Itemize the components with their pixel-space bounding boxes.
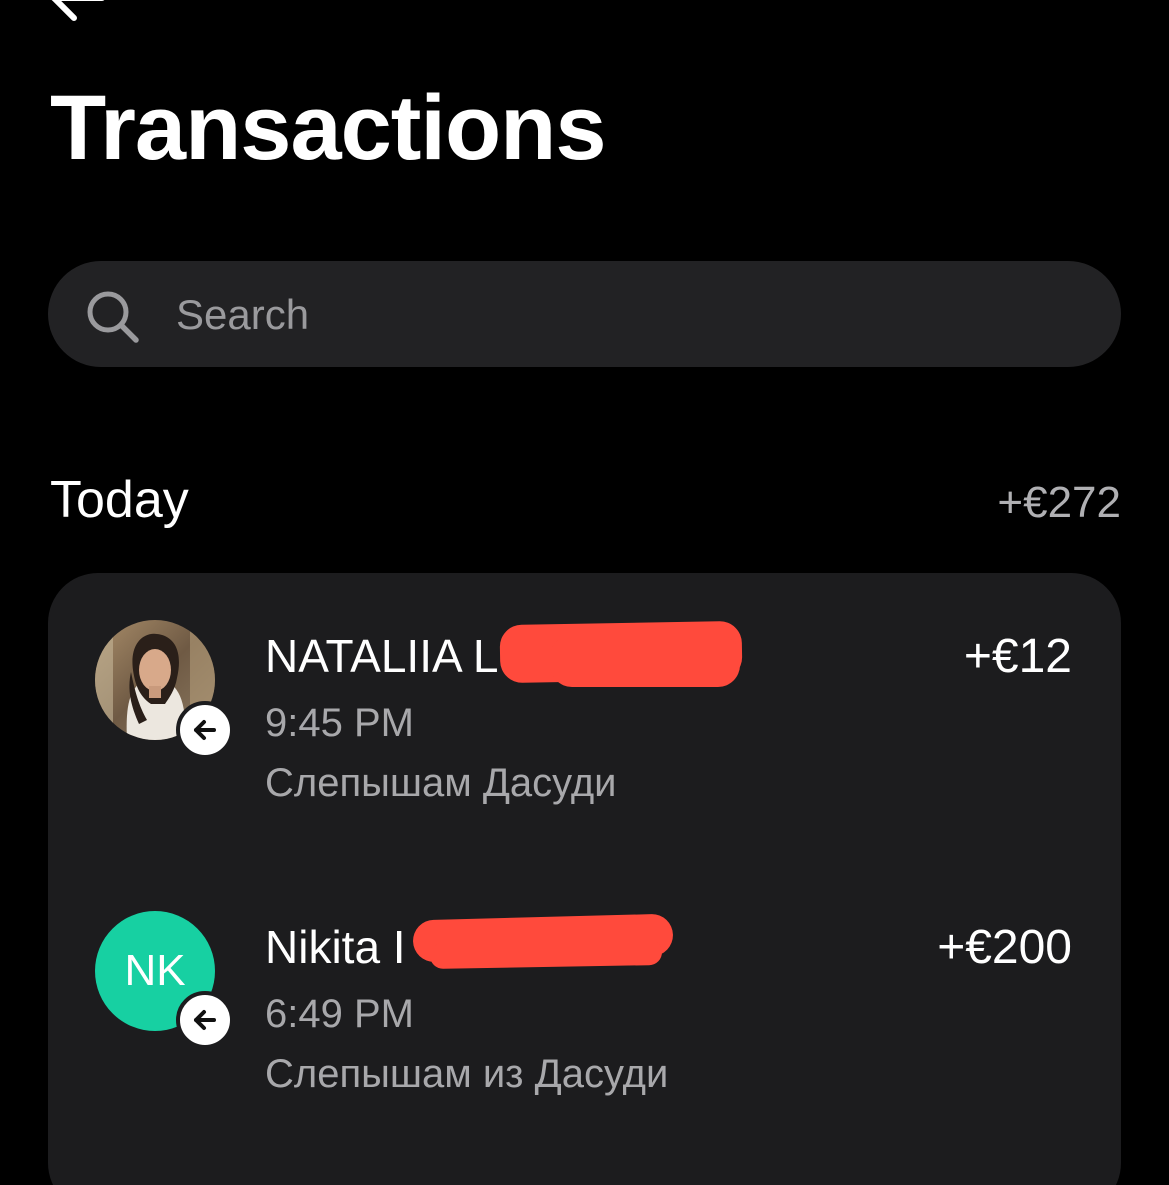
- redaction-mark: [550, 635, 740, 687]
- transaction-description: Слепышам из Дасуди: [265, 1052, 669, 1096]
- arrow-left-icon: [194, 1010, 216, 1030]
- section-title: Today: [50, 471, 189, 529]
- transaction-description: Слепышам Дасуди: [265, 761, 617, 805]
- search-bar[interactable]: [48, 261, 1121, 367]
- transactions-screen: Transactions Today +€272: [0, 0, 1169, 1185]
- back-button[interactable]: [44, 0, 108, 30]
- transaction-row[interactable]: NATALIIA L A 9:45 PM Слепышам Дасуди +€1…: [48, 573, 1121, 813]
- transaction-amount: +€200: [937, 921, 1072, 974]
- transaction-amount: +€12: [963, 630, 1072, 683]
- transaction-row[interactable]: NK Nikita I 6:49 PM Слепышам из Дасуди +…: [48, 865, 1121, 1105]
- transaction-name: NATALIIA L: [265, 630, 499, 682]
- page-title: Transactions: [50, 77, 607, 179]
- section-header-today: Today +€272: [50, 470, 1121, 534]
- transaction-name: Nikita I: [265, 921, 406, 973]
- redaction-mark: [429, 938, 663, 970]
- search-input[interactable]: [174, 285, 1038, 345]
- transaction-time: 9:45 PM: [265, 701, 414, 745]
- arrow-left-icon: [194, 720, 216, 740]
- transactions-list: NATALIIA L A 9:45 PM Слепышам Дасуди +€1…: [48, 573, 1121, 1185]
- transaction-time: 6:49 PM: [265, 992, 414, 1036]
- incoming-badge: [176, 701, 234, 759]
- section-total: +€272: [997, 478, 1121, 527]
- incoming-badge: [176, 991, 234, 1049]
- arrow-left-icon: [51, 0, 105, 21]
- search-icon: [87, 291, 139, 343]
